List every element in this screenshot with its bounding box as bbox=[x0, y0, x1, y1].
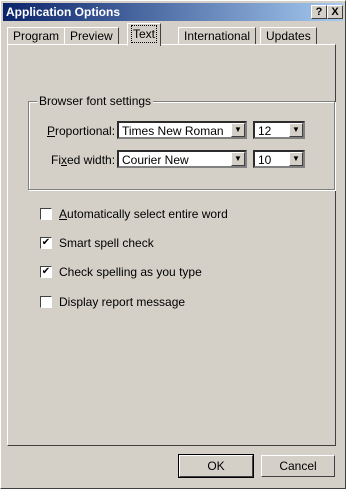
fixed-width-label: Fixed width: bbox=[51, 153, 116, 167]
cancel-button[interactable]: Cancel bbox=[261, 455, 335, 477]
close-button[interactable]: X bbox=[327, 5, 343, 19]
fixed-font-select[interactable]: Courier New ▼ bbox=[117, 150, 247, 168]
tab-preview[interactable]: Preview bbox=[64, 27, 119, 45]
fixed-size-select[interactable]: 10 ▼ bbox=[253, 150, 305, 168]
tab-updates[interactable]: Updates bbox=[260, 27, 317, 45]
tab-program[interactable]: Program bbox=[7, 27, 66, 45]
proportional-font-select[interactable]: Times New Roman ▼ bbox=[117, 121, 247, 139]
checkbox[interactable]: ✔ bbox=[40, 266, 52, 278]
chevron-down-icon[interactable]: ▼ bbox=[289, 152, 303, 166]
application-options-dialog: Application Options ? X Program Preview … bbox=[0, 0, 346, 489]
chevron-down-icon[interactable]: ▼ bbox=[231, 123, 245, 137]
ok-button[interactable]: OK bbox=[178, 454, 254, 478]
browser-font-settings-group: Browser font settings Proportional: Time… bbox=[28, 94, 335, 190]
proportional-size-select[interactable]: 12 ▼ bbox=[253, 121, 305, 139]
chevron-down-icon[interactable]: ▼ bbox=[231, 152, 245, 166]
title-bar[interactable]: Application Options ? X bbox=[3, 3, 343, 21]
tab-text[interactable]: Text bbox=[127, 23, 162, 46]
window-title: Application Options bbox=[6, 5, 120, 19]
checkbox[interactable]: ✔ bbox=[40, 237, 52, 249]
group-label: Browser font settings bbox=[37, 94, 154, 108]
help-button[interactable]: ? bbox=[311, 5, 327, 19]
proportional-label: Proportional: bbox=[47, 124, 116, 138]
tab-strip: Program Preview Text International Updat… bbox=[7, 23, 337, 46]
chevron-down-icon[interactable]: ▼ bbox=[289, 123, 303, 137]
tab-international[interactable]: International bbox=[178, 27, 257, 45]
checkbox[interactable] bbox=[40, 296, 52, 308]
checkbox[interactable] bbox=[40, 208, 52, 220]
